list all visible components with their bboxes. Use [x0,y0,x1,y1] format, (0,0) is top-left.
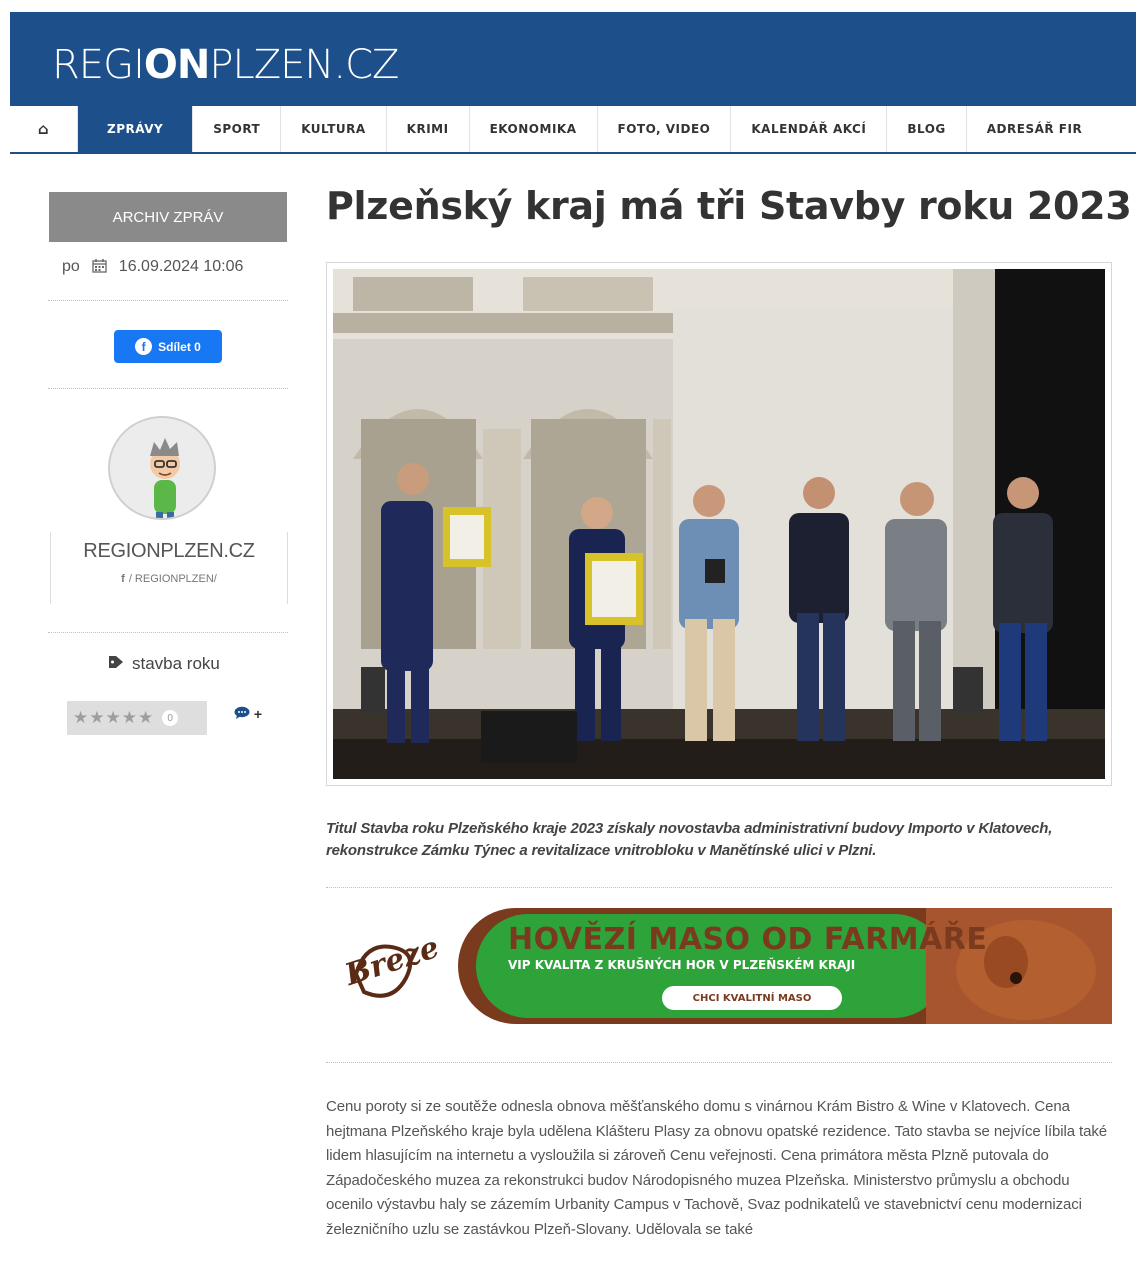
facebook-share-button[interactable]: f Sdílet 0 [114,330,222,363]
tag-label: stavba roku [132,654,220,673]
logo-text-pre: REGI [52,42,145,88]
rating-widget[interactable]: ★★★★★ 0 [67,701,207,735]
author-facebook-link[interactable]: f / REGIONPLZEN/ [51,573,287,585]
author-name[interactable]: REGIONPLZEN.CZ [51,532,287,563]
nav-item-krimi[interactable]: KRIMI [387,106,470,152]
article-body: Cenu poroty si ze soutěže odnesla obnova… [326,1098,1108,1238]
nav-item-kultura[interactable]: KULTURA [281,106,387,152]
publish-date: po 16.09.2024 10:06 [62,258,243,276]
nav-item-blog[interactable]: BLOG [887,106,967,152]
award-ceremony-photo [333,269,1105,779]
weekday: po [62,258,80,275]
logo-text-on: ON [143,42,210,88]
facebook-small-icon: f [121,573,125,585]
banner-headline: HOVĚZÍ MASO OD FARMÁŘE [508,922,988,957]
nav-item-kalendar[interactable]: KALENDÁŘ AKCÍ [731,106,888,152]
site-header: REGIONPLZEN.CZ [10,12,1136,106]
comment-icon [234,706,254,722]
author-box: REGIONPLZEN.CZ f / REGIONPLZEN/ [50,532,288,604]
nav-item-zpravy[interactable]: ZPRÁVY [78,106,194,152]
rating-count: 0 [162,710,179,726]
nav-item-sport[interactable]: SPORT [193,106,282,152]
site-logo[interactable]: REGIONPLZEN.CZ [52,42,399,88]
nav-item-adresar[interactable]: ADRESÁŘ FIR [967,106,1102,152]
main-nav: ⌂ ZPRÁVY SPORT KULTURA KRIMI EKONOMIKA F… [10,106,1136,154]
archive-button[interactable]: ARCHIV ZPRÁV [49,192,287,242]
logo-text-post: PLZEN.CZ [209,42,399,88]
share-label: Sdílet 0 [158,339,201,354]
advertisement-banner[interactable]: Breze HOVĚZÍ MASO OD FARMÁŘE VIP KVALITA… [326,904,1112,1028]
facebook-icon: f [135,338,153,355]
nav-home-button[interactable]: ⌂ [10,106,78,152]
separator [326,887,1112,888]
photo-caption: Titul Stavba roku Plzeňského kraje 2023 … [326,820,1053,859]
article-photo[interactable] [326,262,1112,786]
tag-link[interactable]: stavba roku [108,654,220,674]
banner-subline: VIP KVALITA Z KRUŠNÝCH HOR V PLZEŇSKÉM K… [508,958,856,972]
article-title: Plzeňský kraj má tři Stavby roku 2023 [326,184,1132,228]
rating-stars[interactable]: ★★★★★ [73,708,154,728]
home-icon: ⌂ [37,120,50,138]
banner-cta-button[interactable]: CHCI KVALITNÍ MASO [662,986,842,1010]
add-comment-button[interactable]: + [234,706,262,722]
nav-item-foto-video[interactable]: FOTO, VIDEO [598,106,732,152]
separator [48,632,288,633]
separator [48,388,288,389]
separator [326,1062,1112,1063]
separator [48,300,288,301]
author-link-text: / REGIONPLZEN/ [128,573,217,585]
tag-icon [108,654,126,674]
author-avatar[interactable] [108,416,216,520]
calendar-icon [92,258,107,276]
nav-item-ekonomika[interactable]: EKONOMIKA [470,106,598,152]
comment-plus: + [253,706,263,722]
publish-datetime: 16.09.2024 10:06 [118,258,244,275]
